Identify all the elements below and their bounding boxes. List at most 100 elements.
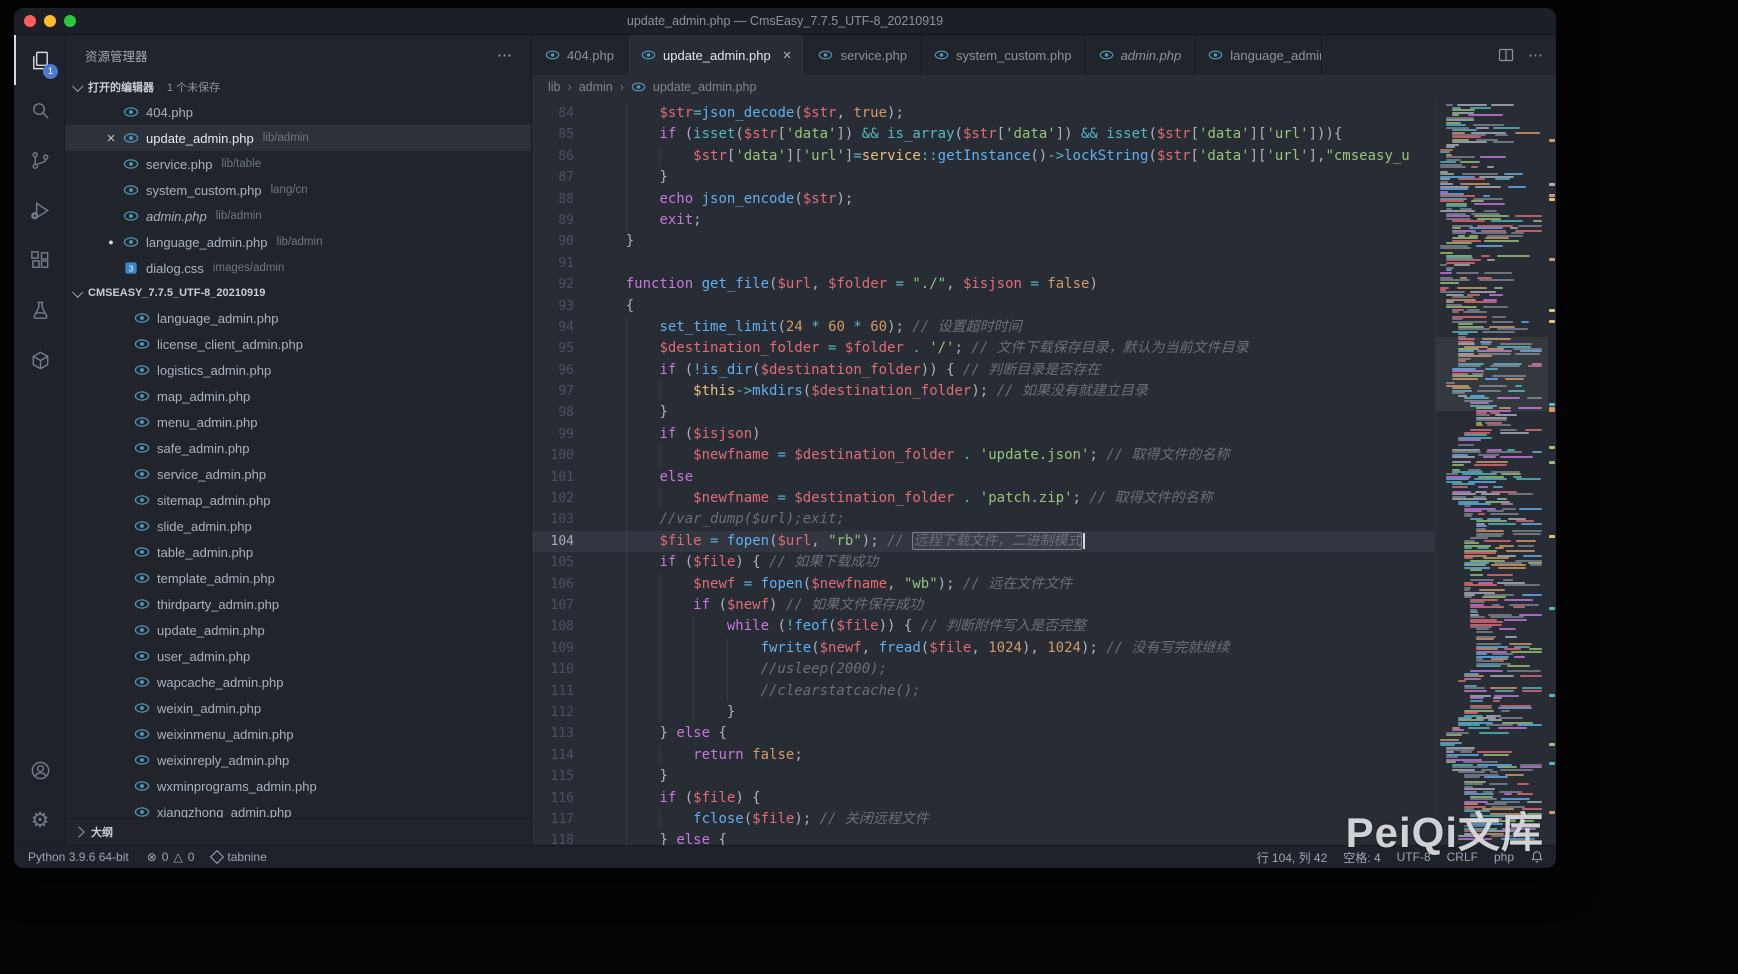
minimap[interactable] [1435,99,1548,845]
code-line-101[interactable]: 101 else [532,467,1436,488]
activitybar-search[interactable] [14,85,64,135]
open-editor-404.php[interactable]: 404.php [65,99,531,125]
activitybar-extensions[interactable] [14,235,64,285]
code-line-91[interactable]: 91 [532,253,1436,274]
file-tree-item-user_admin.php[interactable]: user_admin.php [65,643,531,669]
open-editors-section-header[interactable]: 打开的编辑器 1 个未保存 [65,75,531,99]
activitybar-package[interactable] [14,335,64,385]
statusbar-python[interactable]: Python 3.9.6 64-bit [28,850,129,864]
minimap-slider[interactable] [1436,337,1548,411]
tab-system_custom.php[interactable]: system_custom.php [921,35,1086,75]
file-tree-item-wapcache_admin.php[interactable]: wapcache_admin.php [65,669,531,695]
file-tree-item-weixinreply_admin.php[interactable]: weixinreply_admin.php [65,747,531,773]
breadcrumb-item[interactable]: update_admin.php [653,80,757,94]
file-name: language_admin.php [146,235,267,250]
code-line-95[interactable]: 95 $destination_folder = $folder . '/'; … [532,338,1436,359]
file-tree-item-sitemap_admin.php[interactable]: sitemap_admin.php [65,487,531,513]
code-line-104[interactable]: 104 $file = fopen($url, "rb"); // 远程下载文件… [532,531,1436,552]
code-line-90[interactable]: 90 } [532,231,1436,252]
code-line-117[interactable]: 117 fclose($file); // 关闭远程文件 [532,809,1436,830]
code-line-111[interactable]: 111 //clearstatcache(); [532,681,1436,702]
file-tree-item-weixin_admin.php[interactable]: weixin_admin.php [65,695,531,721]
statusbar-tabnine[interactable]: tabnine [212,850,266,864]
breadcrumb-item[interactable]: lib [548,80,561,94]
code-line-100[interactable]: 100 $newfname = $destination_folder . 'u… [532,445,1436,466]
statusbar-problems[interactable]: ⊗0△0 [147,850,195,864]
code-line-96[interactable]: 96 if (!is_dir($destination_folder)) { /… [532,360,1436,381]
breadcrumb-item[interactable]: admin [579,80,613,94]
code-line-94[interactable]: 94 set_time_limit(24 * 60 * 60); // 设置超时… [532,317,1436,338]
open-editor-dialog.css[interactable]: 3dialog.cssimages/admin [65,255,531,281]
code-line-116[interactable]: 116 if ($file) { [532,788,1436,809]
outline-section-header[interactable]: 大纲 [65,818,531,845]
file-tree-item-service_admin.php[interactable]: service_admin.php [65,461,531,487]
code-line-88[interactable]: 88 echo json_encode($str); [532,189,1436,210]
split-editor-icon[interactable] [1498,47,1514,63]
close-icon[interactable]: × [103,131,119,146]
tab-service.php[interactable]: service.php [805,35,920,75]
file-tree-item-map_admin.php[interactable]: map_admin.php [65,383,531,409]
code-line-105[interactable]: 105 if ($file) { // 如果下载成功 [532,552,1436,573]
file-tree-item-language_admin.php[interactable]: language_admin.php [65,305,531,331]
file-tree-item-safe_admin.php[interactable]: safe_admin.php [65,435,531,461]
code-line-115[interactable]: 115 } [532,766,1436,787]
code-line-86[interactable]: 86 $str['data']['url']=service::getInsta… [532,146,1436,167]
tab-admin.php[interactable]: admin.php [1086,35,1196,75]
file-tree-item-slide_admin.php[interactable]: slide_admin.php [65,513,531,539]
file-tree-item-weixinmenu_admin.php[interactable]: weixinmenu_admin.php [65,721,531,747]
code-line-97[interactable]: 97 $this->mkdirs($destination_folder); /… [532,381,1436,402]
activitybar-run-debug[interactable] [14,185,64,235]
activitybar-explorer[interactable]: 1 [14,35,64,85]
open-editor-system_custom.php[interactable]: system_custom.phplang/cn [65,177,531,203]
file-tree-item-table_admin.php[interactable]: table_admin.php [65,539,531,565]
code-line-85[interactable]: 85 if (isset($str['data']) && is_array($… [532,124,1436,145]
code-line-112[interactable]: 112 } [532,702,1436,723]
activitybar-settings[interactable]: ⚙ [14,795,64,845]
open-editor-update_admin.php[interactable]: ×update_admin.phplib/admin [65,125,531,151]
code-line-110[interactable]: 110 //usleep(2000); [532,659,1436,680]
statusbar-cursor-position[interactable]: 行 104, 列 42 [1257,849,1328,866]
close-icon[interactable]: × [783,48,792,63]
file-name: menu_admin.php [157,415,257,430]
file-tree-item-template_admin.php[interactable]: template_admin.php [65,565,531,591]
activitybar-source-control[interactable] [14,135,64,185]
code-line-87[interactable]: 87 } [532,167,1436,188]
code-line-84[interactable]: 84 $str=json_decode($str, true); [532,103,1436,124]
code-line-118[interactable]: 118 } else { [532,830,1436,845]
file-tree-item-update_admin.php[interactable]: update_admin.php [65,617,531,643]
code-editor[interactable]: 84 $str=json_decode($str, true);85 if (i… [532,99,1556,845]
sidebar-more-actions-icon[interactable]: ⋯ [497,46,513,64]
open-editor-language_admin.php[interactable]: ●language_admin.phplib/admin [65,229,531,255]
code-line-89[interactable]: 89 exit; [532,210,1436,231]
file-tree-item-license_client_admin.php[interactable]: license_client_admin.php [65,331,531,357]
activitybar-testing[interactable] [14,285,64,335]
file-tree-item-wxminprograms_admin.php[interactable]: wxminprograms_admin.php [65,773,531,799]
tab-language_admin.php[interactable]: language_admin.php [1195,35,1322,75]
open-editor-service.php[interactable]: service.phplib/table [65,151,531,177]
code-line-108[interactable]: 108 while (!feof($file)) { // 判断附件写入是否完整 [532,616,1436,637]
php-file-icon [934,48,949,63]
code-line-109[interactable]: 109 fwrite($newf, fread($file, 1024), 10… [532,638,1436,659]
code-line-106[interactable]: 106 $newf = fopen($newfname, "wb"); // 远… [532,574,1436,595]
code-line-102[interactable]: 102 $newfname = $destination_folder . 'p… [532,488,1436,509]
tab-404.php[interactable]: 404.php [532,35,628,75]
file-tree-item-menu_admin.php[interactable]: menu_admin.php [65,409,531,435]
open-editor-admin.php[interactable]: admin.phplib/admin [65,203,531,229]
code-line-107[interactable]: 107 if ($newf) // 如果文件保存成功 [532,595,1436,616]
more-actions-icon[interactable]: ⋯ [1528,46,1544,64]
file-tree-item-thirdparty_admin.php[interactable]: thirdparty_admin.php [65,591,531,617]
line-number: 105 [532,552,574,573]
file-tree-item-logistics_admin.php[interactable]: logistics_admin.php [65,357,531,383]
activitybar-account[interactable] [14,745,64,795]
code-line-99[interactable]: 99 if ($isjson) [532,424,1436,445]
code-line-114[interactable]: 114 return false; [532,745,1436,766]
code-line-93[interactable]: 93 { [532,296,1436,317]
code-line-92[interactable]: 92 function get_file($url, $folder = "./… [532,274,1436,295]
code-line-98[interactable]: 98 } [532,402,1436,423]
code-line-113[interactable]: 113 } else { [532,723,1436,744]
code-line-103[interactable]: 103 //var_dump($url);exit; [532,509,1436,530]
editor-group: 404.phpupdate_admin.php×service.phpsyste… [532,35,1556,845]
titlebar[interactable]: update_admin.php — CmsEasy_7.7.5_UTF-8_2… [14,8,1556,35]
project-section-header[interactable]: CMSEASY_7.7.5_UTF-8_20210919 [65,281,531,305]
tab-update_admin.php[interactable]: update_admin.php× [628,35,805,75]
